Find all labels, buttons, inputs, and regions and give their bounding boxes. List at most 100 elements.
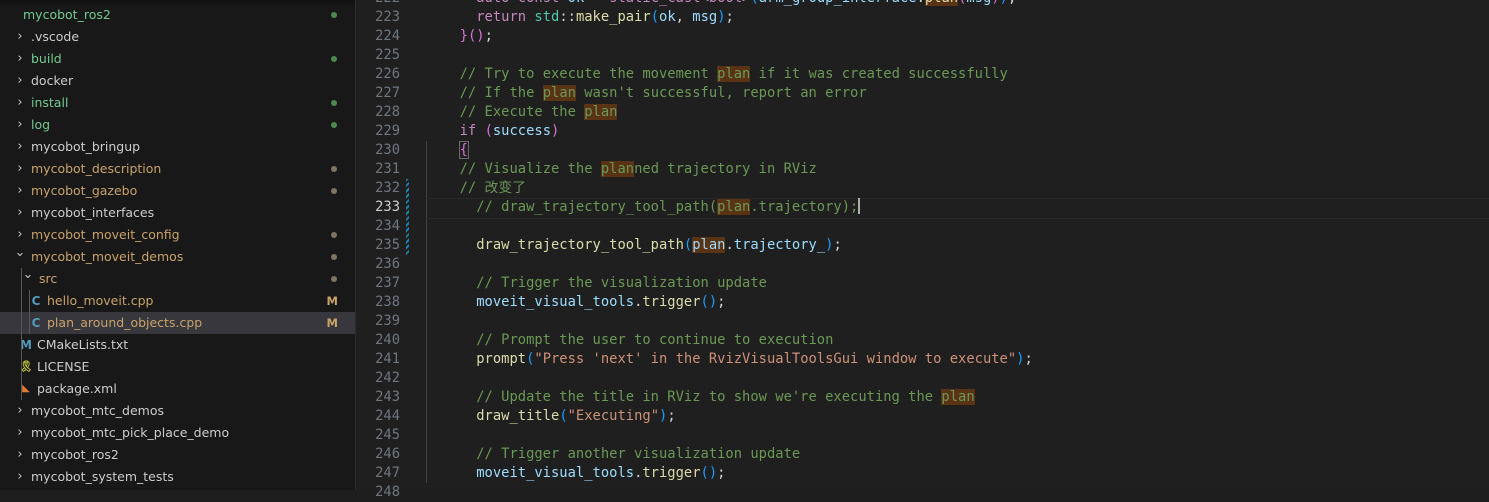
tree-file-package-xml[interactable]: ◣ package.xml	[0, 378, 355, 400]
tree-folder-mycobot-system-tests[interactable]: › mycobot_system_tests	[0, 466, 355, 488]
code-line[interactable]: 228 // Execute the plan	[356, 103, 1489, 122]
code-text: draw_trajectory_tool_path(plan.trajector…	[443, 236, 842, 255]
tree-folder-mycobot-ros2[interactable]: mycobot_ros2	[0, 4, 355, 26]
code-token: (	[683, 237, 693, 253]
code-line[interactable]: 237 // Trigger the visualization update	[356, 274, 1489, 293]
code-line[interactable]: 225	[356, 46, 1489, 65]
tree-folder-mycobot-bringup[interactable]: › mycobot_bringup	[0, 136, 355, 158]
tree-folder-mycobot-gazebo[interactable]: › mycobot_gazebo	[0, 180, 355, 202]
chevron-right-icon[interactable]: ›	[14, 202, 26, 224]
chevron-right-icon[interactable]: ›	[14, 400, 26, 422]
code-line[interactable]: 232 // 改变了	[356, 179, 1489, 198]
code-token: moveit_visual_tools	[476, 294, 635, 310]
line-number: 224	[375, 28, 400, 44]
code-line[interactable]: 227 // If the plan wasn't successful, re…	[356, 84, 1489, 103]
code-text: return std::make_pair(ok, msg);	[443, 8, 734, 27]
tree-item-label: build	[31, 51, 62, 66]
chevron-down-icon[interactable]: ⌄	[14, 246, 26, 268]
tree-folder-src[interactable]: ⌄ src	[0, 268, 355, 290]
tree-folder-mycobot-interfaces[interactable]: › mycobot_interfaces	[0, 202, 355, 224]
code-line[interactable]: 242	[356, 369, 1489, 388]
code-line[interactable]: 230 {	[356, 141, 1489, 160]
tree-item-label: mycobot_ros2	[23, 7, 111, 22]
chevron-right-icon[interactable]: ›	[14, 444, 26, 466]
code-token: // draw_trajectory_tool_path(	[476, 199, 718, 215]
tree-file-plan-around-objects-cpp[interactable]: Cplan_around_objects.cpp M	[0, 312, 355, 334]
chevron-right-icon[interactable]: ›	[14, 92, 26, 114]
code-line[interactable]: 236	[356, 255, 1489, 274]
code-line[interactable]: 231 // Visualize the planned trajectory …	[356, 160, 1489, 179]
chevron-right-icon[interactable]: ›	[14, 224, 26, 246]
code-line[interactable]: 245	[356, 426, 1489, 445]
code-line[interactable]: 243 // Update the title in RViz to show …	[356, 388, 1489, 407]
code-line[interactable]: 247 moveit_visual_tools.trigger();	[356, 464, 1489, 483]
code-text: moveit_visual_tools.trigger();	[443, 293, 725, 312]
tree-folder-log[interactable]: › log	[0, 114, 355, 136]
tree-folder-mycobot-mtc-pick-place-demo[interactable]: › mycobot_mtc_pick_place_demo	[0, 422, 355, 444]
chevron-right-icon[interactable]: ›	[14, 422, 26, 444]
code-editor[interactable]: 222 auto const ok = static_cast<bool>(ar…	[356, 0, 1489, 500]
code-line[interactable]: 233 // draw_trajectory_tool_path(plan.tr…	[356, 198, 1489, 217]
code-line[interactable]: 241 prompt("Press 'next' in the RvizVisu…	[356, 350, 1489, 369]
code-line[interactable]: 235 draw_trajectory_tool_path(plan.traje…	[356, 236, 1489, 255]
code-line[interactable]: 244 draw_title("Executing");	[356, 407, 1489, 426]
chevron-right-icon[interactable]: ›	[14, 466, 26, 488]
line-number: 231	[375, 161, 400, 177]
chevron-right-icon[interactable]: ›	[14, 48, 26, 70]
line-number: 223	[375, 9, 400, 25]
tree-folder-mycobot-moveit-config[interactable]: › mycobot_moveit_config	[0, 224, 355, 246]
git-modified-gutter-bar[interactable]	[406, 179, 409, 255]
code-text: }();	[443, 27, 493, 46]
tree-folder-install[interactable]: › install	[0, 92, 355, 114]
tree-folder-docker[interactable]: › docker	[0, 70, 355, 92]
code-token: "Press 'next' in the RvizVisualToolsGui …	[534, 351, 1017, 367]
chevron-right-icon[interactable]: ›	[14, 180, 26, 202]
tree-folder-mycobot-description[interactable]: › mycobot_description	[0, 158, 355, 180]
code-token: success	[492, 123, 552, 139]
line-number: 248	[375, 484, 400, 500]
tree-file-cmakelists-txt[interactable]: M CMakeLists.txt	[0, 334, 355, 356]
code-token: bool	[709, 0, 742, 6]
chevron-right-icon[interactable]: ›	[14, 136, 26, 158]
code-line[interactable]: 240 // Prompt the user to continue to ex…	[356, 331, 1489, 350]
code-line[interactable]: 239	[356, 312, 1489, 331]
code-line[interactable]: 234	[356, 217, 1489, 236]
code-line[interactable]: 238 moveit_visual_tools.trigger();	[356, 293, 1489, 312]
chevron-right-icon[interactable]: ›	[14, 114, 26, 136]
tree-file-license[interactable]: 🎗 LICENSE	[0, 356, 355, 378]
tree-item-label: mycobot_mtc_pick_place_demo	[31, 425, 230, 440]
chevron-down-icon[interactable]: ⌄	[22, 268, 34, 290]
code-line[interactable]: 248	[356, 483, 1489, 502]
tree-file-hello-moveit-cpp[interactable]: Chello_moveit.cpp M	[0, 290, 355, 312]
tree-folder-build[interactable]: › build	[0, 48, 355, 70]
search-match: plan	[692, 237, 726, 253]
code-line[interactable]: 222 auto const ok = static_cast<bool>(ar…	[356, 0, 1489, 8]
chevron-right-icon[interactable]: ›	[14, 26, 26, 48]
code-line[interactable]: 246 // Trigger another visualization upd…	[356, 445, 1489, 464]
chevron-right-icon[interactable]: ›	[14, 70, 26, 92]
code-text: // draw_trajectory_tool_path(plan.trajec…	[443, 198, 861, 217]
code-token: (	[650, 9, 660, 25]
tree-item-label: .vscode	[31, 29, 80, 44]
line-number: 229	[375, 123, 400, 139]
code-token: // 改变了	[459, 180, 526, 196]
line-number: 236	[375, 256, 400, 272]
tree-folder-mycobot-moveit-demos[interactable]: ⌄ mycobot_moveit_demos	[0, 246, 355, 268]
code-line[interactable]: 224 }();	[356, 27, 1489, 46]
line-number: 228	[375, 104, 400, 120]
line-number: 230	[375, 142, 400, 158]
tree-folder-mycobot-ros2[interactable]: › mycobot_ros2	[0, 444, 355, 466]
tree-folder--vscode[interactable]: › .vscode	[0, 26, 355, 48]
code-text: // Prompt the user to continue to execut…	[443, 331, 833, 350]
code-line[interactable]: 226 // Try to execute the movement plan …	[356, 65, 1489, 84]
tree-folder-mycobot-mtc-demos[interactable]: › mycobot_mtc_demos	[0, 400, 355, 422]
code-line[interactable]: 223 return std::make_pair(ok, msg);	[356, 8, 1489, 27]
code-line[interactable]: 229 if (success)	[356, 122, 1489, 141]
code-token: ned trajectory in RViz	[634, 161, 817, 177]
line-number: 245	[375, 427, 400, 443]
chevron-right-icon[interactable]: ›	[14, 158, 26, 180]
git-status-dot	[331, 276, 337, 282]
